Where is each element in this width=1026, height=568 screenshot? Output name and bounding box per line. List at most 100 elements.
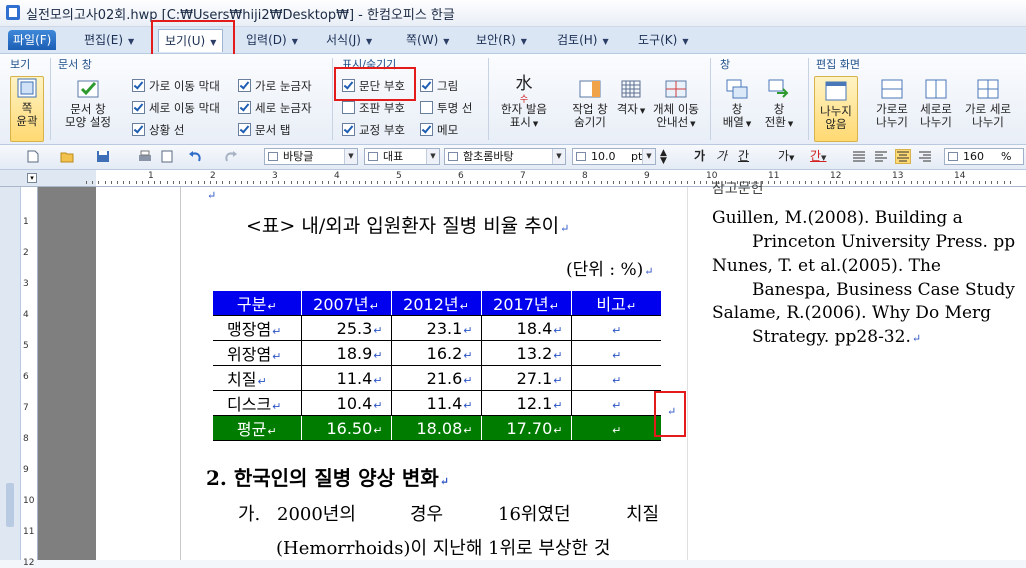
task-window-hide-button[interactable]: 작업 창 숨기기: [566, 78, 614, 129]
chevron-down-icon[interactable]: ▼: [552, 149, 565, 164]
chevron-down-icon[interactable]: ▼: [128, 37, 134, 46]
split-none-button[interactable]: 나누지 않음: [814, 76, 858, 142]
checkbox-horizontal-ruler[interactable]: 가로 눈금자: [238, 78, 312, 94]
checkbox-picture[interactable]: 그림: [420, 78, 458, 94]
italic-button[interactable]: 가: [716, 148, 727, 165]
checkbox-icon[interactable]: [420, 101, 433, 114]
table-cell[interactable]: 18.4↵: [481, 315, 572, 341]
checkbox-proofreading-mark[interactable]: 교정 부호: [342, 122, 405, 138]
chevron-down-icon[interactable]: ▼: [521, 37, 527, 46]
align-left-icon[interactable]: [874, 150, 888, 163]
chevron-down-icon[interactable]: ▼: [426, 149, 439, 164]
checkbox-icon[interactable]: [238, 101, 251, 114]
table-cell[interactable]: 13.2↵: [481, 340, 572, 366]
checkbox-icon[interactable]: [132, 79, 145, 92]
checkbox-icon[interactable]: [132, 123, 145, 136]
checkbox-icon[interactable]: [342, 123, 355, 136]
checkbox-icon[interactable]: [420, 123, 433, 136]
font-select[interactable]: 함초롬바탕 ▼: [444, 148, 566, 165]
font-size-input[interactable]: 10.0 pt ▼: [572, 148, 656, 165]
doc-window-shape-button[interactable]: 문서 창 모양 설정: [58, 78, 118, 129]
menu-file[interactable]: 파일(F): [8, 30, 57, 50]
table-cell[interactable]: ↵: [571, 365, 661, 391]
split-vertical-button[interactable]: 세로로 나누기: [914, 78, 958, 129]
menu-page[interactable]: 쪽(W) ▼: [406, 30, 449, 50]
horizontal-ruler[interactable]: 1 2 3 4 5 6 7 8 9 10 11 12 13 14: [86, 170, 1026, 187]
table-cell[interactable]: ↵: [571, 390, 661, 416]
table-cell[interactable]: 평균↵: [213, 415, 302, 441]
menu-security[interactable]: 보안(R) ▼: [476, 30, 527, 50]
preview-icon[interactable]: [160, 150, 174, 163]
table-cell[interactable]: ↵: [571, 415, 661, 441]
chevron-down-icon[interactable]: ▼: [682, 37, 688, 46]
window-arrange-button[interactable]: 창 배열 ▼: [718, 78, 756, 131]
vertical-ruler[interactable]: 1 2 3 4 5 6 7 8 9 10 11 12: [21, 187, 38, 568]
style-select[interactable]: 바탕글 ▼: [264, 148, 358, 165]
chevron-down-icon[interactable]: ▼: [443, 37, 449, 46]
language-select[interactable]: 대표 ▼: [364, 148, 440, 165]
checkbox-icon[interactable]: [132, 101, 145, 114]
table-cell[interactable]: 18.9↵: [301, 340, 392, 366]
table-cell[interactable]: 치질↵: [213, 365, 302, 391]
checkbox-horizontal-scrollbar[interactable]: 가로 이동 막대: [132, 78, 220, 94]
header-cell[interactable]: 비고↵: [571, 291, 661, 316]
new-document-icon[interactable]: [26, 150, 40, 163]
bold-button[interactable]: 가: [694, 148, 705, 165]
table-cell[interactable]: 17.70↵: [481, 415, 572, 441]
table-cell[interactable]: 12.1↵: [481, 390, 572, 416]
checkbox-icon[interactable]: [238, 123, 251, 136]
chevron-down-icon[interactable]: ▼: [602, 37, 608, 46]
checkbox-memo[interactable]: 메모: [420, 122, 458, 138]
align-right-icon[interactable]: [918, 150, 932, 163]
menu-review[interactable]: 검토(H) ▼: [557, 30, 609, 50]
header-cell[interactable]: 2012년↵: [391, 291, 482, 316]
table-cell[interactable]: 10.4↵: [301, 390, 392, 416]
table-cell[interactable]: 맹장염↵: [213, 315, 302, 341]
font-size-stepper[interactable]: ▲ ▼: [660, 149, 667, 166]
checkbox-icon[interactable]: [238, 79, 251, 92]
checkbox-transparent-line[interactable]: 투명 선: [420, 100, 472, 116]
object-move-guide-button[interactable]: 개체 이동 안내선 ▼: [648, 78, 704, 131]
font-color-button[interactable]: 간▼: [810, 148, 826, 165]
chevron-down-icon[interactable]: ▼: [366, 37, 372, 46]
header-cell[interactable]: 2007년↵: [301, 291, 392, 316]
strikethrough-button[interactable]: 가▼: [778, 148, 794, 165]
page-outline-button[interactable]: 쪽 윤곽: [10, 76, 44, 142]
undo-icon[interactable]: [188, 150, 202, 163]
chevron-down-icon[interactable]: ▼: [344, 149, 357, 164]
hanja-pronunciation-button[interactable]: 水수 한자 발음 표시 ▼: [494, 76, 554, 131]
chevron-down-icon[interactable]: ▼: [642, 149, 655, 164]
window-switch-button[interactable]: 창 전환 ▼: [760, 78, 798, 131]
table-cell[interactable]: 11.4↵: [301, 365, 392, 391]
print-icon[interactable]: [138, 150, 152, 163]
table-cell[interactable]: 위장염↵: [213, 340, 302, 366]
table-cell[interactable]: 11.4↵: [391, 390, 482, 416]
menu-insert[interactable]: 입력(D) ▼: [246, 30, 298, 50]
split-horizontal-button[interactable]: 가로로 나누기: [870, 78, 914, 129]
underline-button[interactable]: 간: [738, 148, 749, 165]
data-table[interactable]: 구분↵ 2007년↵ 2012년↵ 2017년↵ 비고↵ 맹장염↵ 25.3↵ …: [213, 291, 661, 441]
table-cell[interactable]: 디스크↵: [213, 390, 302, 416]
table-cell[interactable]: ↵: [571, 315, 661, 341]
save-icon[interactable]: [96, 150, 110, 163]
checkbox-icon[interactable]: [342, 101, 355, 114]
checkbox-vertical-scrollbar[interactable]: 세로 이동 막대: [132, 100, 220, 116]
table-cell[interactable]: 16.50↵: [301, 415, 392, 441]
header-cell[interactable]: 구분↵: [213, 291, 302, 316]
table-cell[interactable]: 23.1↵: [391, 315, 482, 341]
checkbox-vertical-ruler[interactable]: 세로 눈금자: [238, 100, 312, 116]
open-folder-icon[interactable]: [60, 150, 74, 163]
align-center-icon[interactable]: [895, 149, 911, 164]
table-cell[interactable]: 27.1↵: [481, 365, 572, 391]
menu-tools[interactable]: 도구(K) ▼: [638, 30, 688, 50]
menu-format[interactable]: 서식(J) ▼: [326, 30, 372, 50]
grid-button[interactable]: 격자 ▼: [616, 78, 646, 118]
redo-icon[interactable]: [224, 150, 238, 163]
table-cell[interactable]: 25.3↵: [301, 315, 392, 341]
checkbox-icon[interactable]: [420, 79, 433, 92]
table-cell[interactable]: 16.2↵: [391, 340, 482, 366]
table-cell[interactable]: 18.08↵: [391, 415, 482, 441]
ruler-toggle-icon[interactable]: ▾: [27, 173, 37, 183]
header-cell[interactable]: 2017년↵: [481, 291, 572, 316]
menu-edit[interactable]: 편집(E) ▼: [84, 30, 134, 50]
